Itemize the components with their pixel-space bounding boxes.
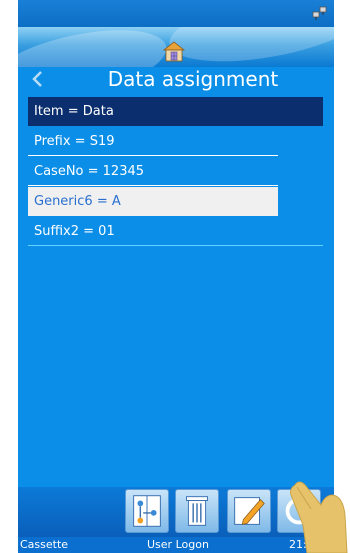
network-icon	[312, 6, 327, 20]
edit-icon	[234, 497, 265, 525]
status-left: Cassette	[20, 538, 69, 551]
status-user[interactable]: User Logon	[147, 537, 209, 553]
top-bar	[18, 0, 334, 27]
pointing-hand-icon	[290, 481, 348, 553]
trash-icon	[186, 496, 208, 526]
delete-button[interactable]	[175, 489, 219, 533]
list-item-selected[interactable]: Generic6 = A	[28, 187, 278, 216]
assignment-list: Item = Data Prefix = S19 CaseNo = 12345 …	[28, 97, 323, 247]
page-title: Data assignment	[107, 67, 279, 91]
data-assign-button[interactable]	[125, 489, 169, 533]
back-chevron-icon[interactable]	[26, 66, 48, 92]
home-icon[interactable]	[163, 40, 185, 62]
list-item[interactable]: Suffix2 = 01	[28, 217, 323, 246]
list-item[interactable]: CaseNo = 12345	[28, 157, 278, 186]
edit-button[interactable]	[227, 489, 271, 533]
list-header-row[interactable]: Item = Data	[28, 97, 323, 126]
list-item[interactable]: Prefix = S19	[28, 127, 278, 156]
data-assign-icon	[133, 495, 161, 527]
